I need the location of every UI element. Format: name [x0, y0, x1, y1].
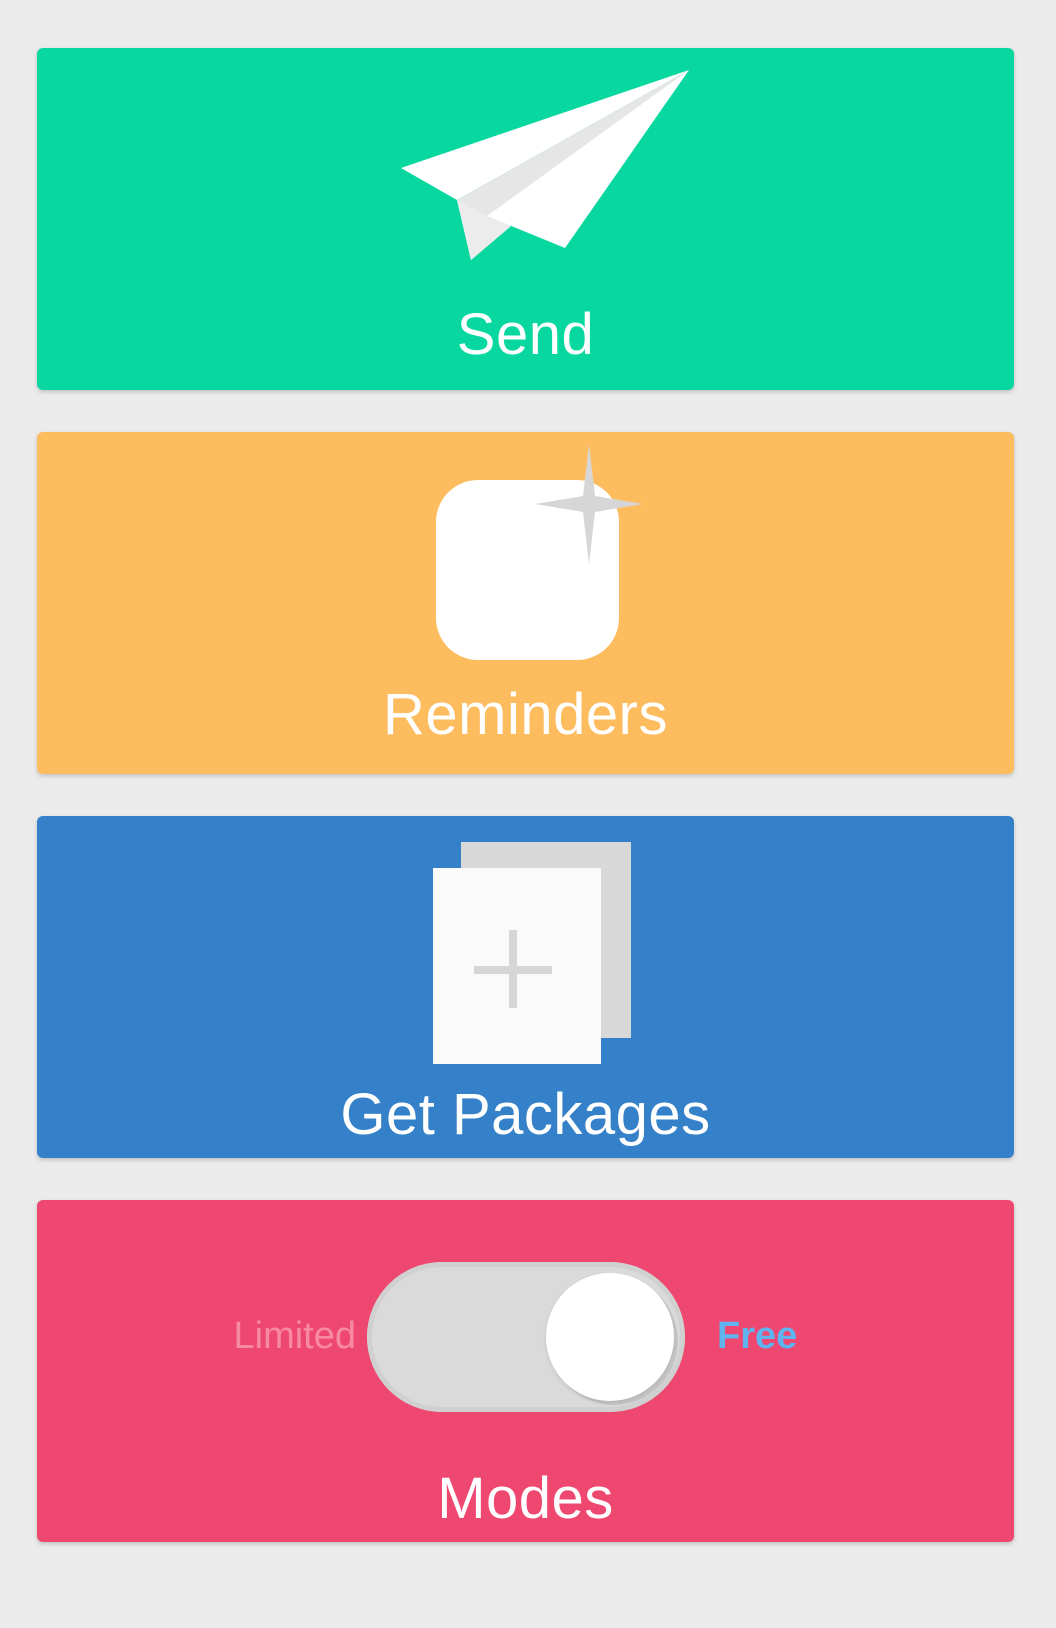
send-label: Send	[456, 302, 595, 367]
send-card[interactable]: Send	[37, 48, 1014, 390]
mode-limited-label[interactable]: Limited	[221, 1317, 357, 1355]
modes-card: Limited Free Modes	[37, 1200, 1014, 1542]
get-packages-label: Get Packages	[340, 1082, 711, 1147]
get-packages-card[interactable]: Get Packages	[37, 816, 1014, 1158]
add-package-icon	[433, 842, 631, 1064]
toggle-knob[interactable]	[546, 1273, 674, 1401]
reminders-card[interactable]: Reminders	[37, 432, 1014, 774]
mode-toggle-switch[interactable]	[367, 1262, 685, 1412]
reminder-sparkle-icon	[436, 444, 643, 660]
paper-plane-icon	[401, 70, 689, 260]
modes-label: Modes	[437, 1466, 614, 1531]
reminders-label: Reminders	[383, 682, 668, 747]
mode-free-label[interactable]: Free	[717, 1317, 837, 1355]
